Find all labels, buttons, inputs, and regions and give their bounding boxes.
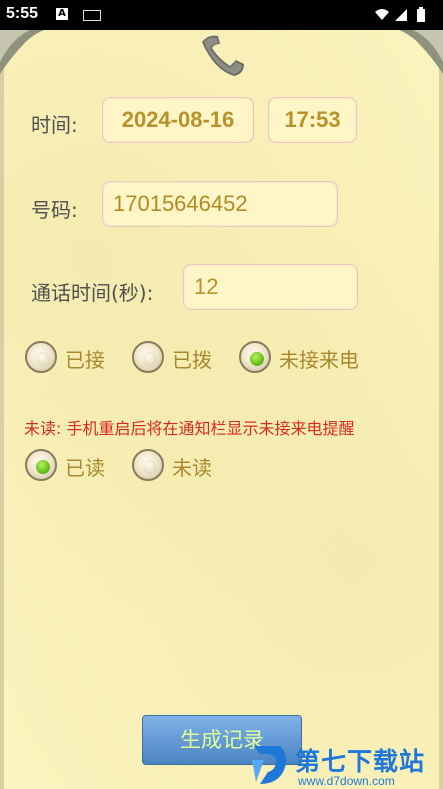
app-screen: 5:55 A 时间: 2024-08-16 17:53 号码: 17015646…	[0, 0, 443, 789]
time-field[interactable]: 17:53	[268, 97, 357, 143]
radio-dot	[143, 460, 157, 474]
radio-label: 已接	[65, 348, 105, 372]
paper-background	[0, 30, 443, 789]
radio-circle	[132, 449, 164, 481]
radio-answered[interactable]: 已接	[25, 341, 115, 375]
radio-missed[interactable]: 未接来电	[239, 341, 369, 375]
duration-field[interactable]: 12	[183, 264, 358, 310]
time-label: 时间:	[31, 113, 78, 137]
status-time: 5:55	[6, 5, 39, 22]
signal-icon	[395, 9, 407, 21]
battery-icon	[417, 9, 425, 22]
wifi-icon	[375, 9, 389, 20]
date-field[interactable]: 2024-08-16	[102, 97, 254, 143]
radio-circle	[25, 341, 57, 373]
radio-label: 未读	[172, 456, 212, 480]
corner-ornament-left	[0, 30, 44, 74]
radio-dot	[250, 352, 264, 366]
watermark-title: 第七下载站	[295, 747, 426, 776]
unread-notice: 未读: 手机重启后将在通知栏显示未接来电提醒	[24, 419, 355, 438]
radio-dot	[36, 352, 50, 366]
keyboard-icon	[83, 10, 101, 21]
phone-icon	[202, 35, 244, 76]
radio-dot	[36, 460, 50, 474]
duration-label: 通话时间(秒):	[31, 281, 154, 305]
radio-read[interactable]: 已读	[25, 449, 115, 483]
watermark-url: www.d7down.com	[298, 774, 395, 788]
corner-ornament-right	[399, 30, 443, 74]
status-bar: 5:55 A	[0, 0, 443, 30]
radio-circle	[132, 341, 164, 373]
radio-label: 已读	[65, 456, 105, 480]
d7-logo-icon	[252, 746, 287, 784]
radio-label: 已拨	[172, 348, 212, 372]
radio-unread[interactable]: 未读	[132, 449, 222, 483]
radio-circle	[239, 341, 271, 373]
number-label: 号码:	[31, 198, 78, 222]
status-icons	[375, 7, 425, 22]
radio-dialed[interactable]: 已拨	[132, 341, 222, 375]
phone-number-field[interactable]: 17015646452	[102, 181, 338, 227]
radio-dot	[143, 352, 157, 366]
radio-label: 未接来电	[279, 348, 359, 372]
watermark: 第七下载站 www.d7down.com	[250, 742, 443, 789]
a-icon: A	[56, 8, 68, 20]
radio-circle	[25, 449, 57, 481]
